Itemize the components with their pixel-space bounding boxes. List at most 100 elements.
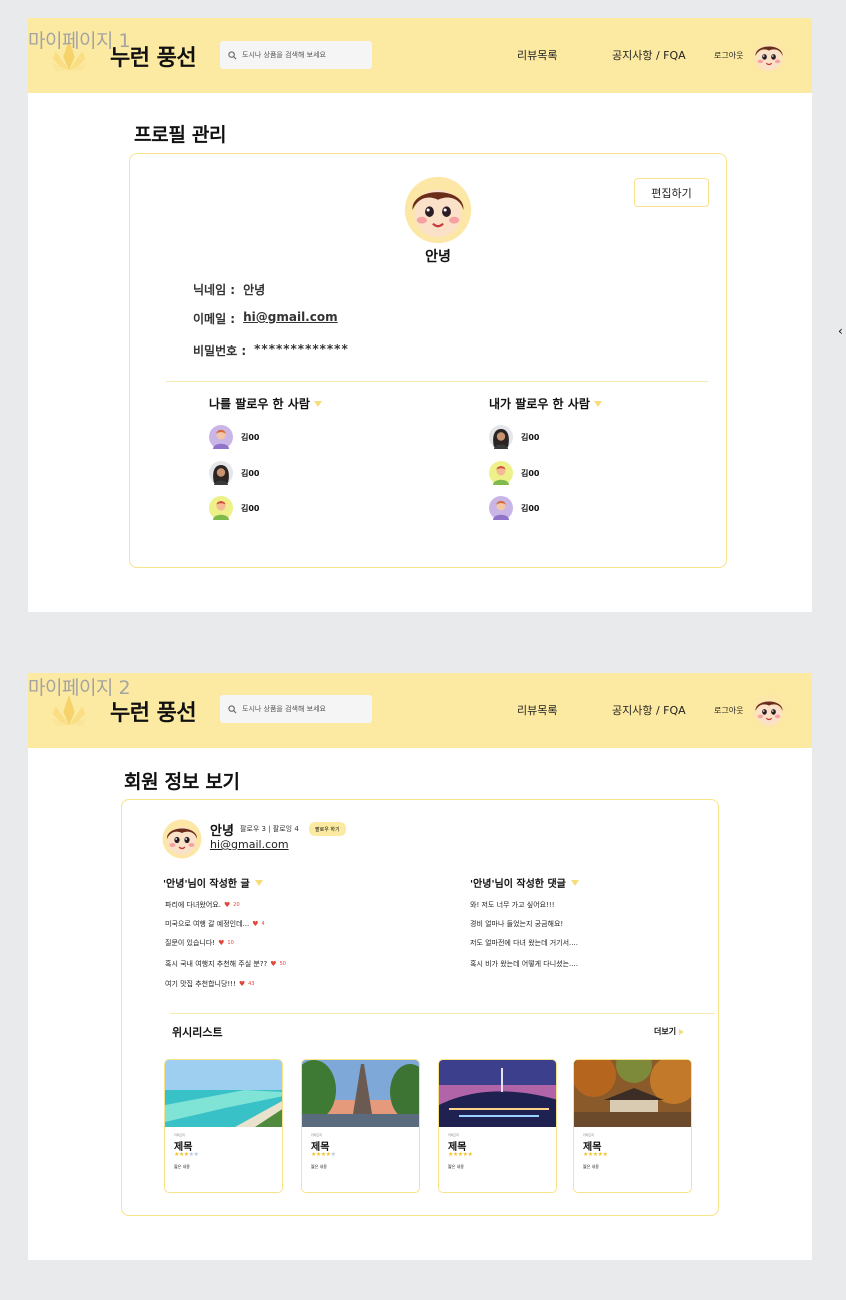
member-email[interactable]: hi@gmail.com <box>210 838 289 851</box>
mypage-2-frame: 누런 풍선 리뷰목록 공지사항 / FQA 로그아웃 회원 정보 보기 안녕 팔… <box>28 673 812 1260</box>
follower-name: 김00 <box>241 503 260 513</box>
card-desc: 짧은 내용 <box>448 1164 464 1169</box>
star-rating: ★★★★★ <box>448 1151 473 1158</box>
post-item[interactable]: 혹시 국내 여행지 추천해 주실 분?? ♥ 50 <box>165 959 286 969</box>
nav-review-list[interactable]: 리뷰목록 <box>517 702 557 718</box>
nickname-row: 닉네임 : 안녕 <box>193 281 265 298</box>
post-item[interactable]: 질문이 있습니다! ♥ 10 <box>165 938 234 948</box>
post-item[interactable]: 미국으로 여행 갈 예정인데... ♥ 4 <box>165 919 265 929</box>
like-count: 4 <box>261 921 265 927</box>
following-name: 김00 <box>521 468 540 478</box>
logout-link[interactable]: 로그아웃 <box>714 50 743 61</box>
follower-name: 김00 <box>241 468 260 478</box>
search-input[interactable] <box>242 705 362 713</box>
comment-item[interactable]: 혹시 비가 왔는데 어떻게 다니셨는.... <box>470 959 578 969</box>
followers-section: 나를 팔로우 한 사람 김00 김00 김00 <box>209 395 429 412</box>
more-label: 더보기 <box>654 1027 677 1036</box>
more-link[interactable]: 더보기 <box>654 1026 685 1037</box>
comment-item[interactable]: 경비 얼마나 들었는지 궁금해요! <box>470 919 563 929</box>
like-count: 10 <box>227 940 234 946</box>
card-category: 카테고리 <box>311 1133 323 1137</box>
following-name: 김00 <box>521 432 540 442</box>
purple-woman-avatar-icon <box>209 425 233 449</box>
following-item[interactable]: 김00 <box>489 461 540 485</box>
caret-down-icon <box>593 400 602 407</box>
email-row: 이메일 : hi@gmail.com <box>193 310 338 327</box>
user-avatar[interactable] <box>751 38 787 74</box>
posts-dropdown[interactable]: '안녕'님이 작성한 글 <box>163 875 263 890</box>
caret-right-icon <box>679 1028 685 1035</box>
nav-notice-fqa[interactable]: 공지사항 / FQA <box>612 702 686 718</box>
star-rating: ★★★★★ <box>583 1151 608 1158</box>
member-info-card: 안녕 팔로우 3 | 팔로잉 4 팔로우 하기 hi@gmail.com '안녕… <box>121 799 719 1216</box>
follower-item[interactable]: 김00 <box>209 461 260 485</box>
post-title: 파리에 다녀왔어요. <box>165 901 221 909</box>
caret-down-icon <box>313 400 322 407</box>
followers-title: 나를 팔로우 한 사람 <box>209 397 310 411</box>
search-icon <box>228 704 237 713</box>
heart-icon: ♥ <box>218 939 225 947</box>
header: 누런 풍선 리뷰목록 공지사항 / FQA 로그아웃 <box>28 18 812 93</box>
header: 누런 풍선 리뷰목록 공지사항 / FQA 로그아웃 <box>28 673 812 748</box>
followers-dropdown[interactable]: 나를 팔로우 한 사람 <box>209 395 429 412</box>
like-count: 43 <box>248 981 255 987</box>
card-category: 카테고리 <box>583 1133 595 1137</box>
mypage-1-frame: 누런 풍선 리뷰목록 공지사항 / FQA 로그아웃 프로필 관리 편집하기 안… <box>28 18 812 612</box>
frame-label: 마이페이지 1 <box>28 30 131 52</box>
post-item[interactable]: 여기 맛집 추천합니당!!! ♥ 43 <box>165 979 255 989</box>
eiffel-photo <box>302 1060 419 1127</box>
search-input[interactable] <box>242 51 362 59</box>
heart-icon: ♥ <box>223 901 231 909</box>
post-item[interactable]: 파리에 다녀왔어요. ♥ 20 <box>165 900 240 910</box>
following-title: 내가 팔로우 한 사람 <box>489 397 590 411</box>
page-title: 회원 정보 보기 <box>124 771 240 793</box>
user-avatar[interactable] <box>751 693 787 729</box>
card-category: 카테고리 <box>174 1133 186 1137</box>
post-title: 질문이 있습니다! <box>165 939 216 947</box>
heart-icon: ♥ <box>238 980 246 988</box>
wishlist-title: 위시리스트 <box>172 1026 223 1039</box>
chevron-left-icon[interactable]: ‹ <box>838 324 843 338</box>
post-title: 미국으로 여행 갈 예정인데... <box>165 920 250 928</box>
follow-button[interactable]: 팔로우 하기 <box>309 822 346 836</box>
wishlist-card[interactable]: 카테고리 제목 ★★★★★ 짧은 내용 <box>573 1059 692 1193</box>
search-icon <box>228 50 237 59</box>
follower-item[interactable]: 김00 <box>209 496 260 520</box>
search-bar[interactable] <box>220 41 372 69</box>
search-bar[interactable] <box>220 695 372 723</box>
wishlist-card[interactable]: 카테고리 제목 ★★★★★ 짧은 내용 <box>438 1059 557 1193</box>
star-rating: ★★★★★ <box>311 1151 336 1158</box>
post-title: 혹시 국내 여행지 추천해 주실 분?? <box>165 960 268 968</box>
comment-item[interactable]: 저도 얼마전에 다녀 왔는데 거기서.... <box>470 938 578 948</box>
caret-down-icon <box>254 879 263 886</box>
caret-down-icon <box>570 879 579 886</box>
following-dropdown[interactable]: 내가 팔로우 한 사람 <box>489 395 709 412</box>
comment-item[interactable]: 와! 저도 너무 가고 싶어요!!! <box>470 900 555 910</box>
profile-avatar <box>404 176 472 244</box>
logout-link[interactable]: 로그아웃 <box>714 705 743 716</box>
follower-name: 김00 <box>241 432 260 442</box>
password-label: 비밀번호 : <box>193 344 247 358</box>
comments-title: '안녕'님이 작성한 댓글 <box>470 879 566 890</box>
like-count: 50 <box>279 961 286 967</box>
dark-hair-woman-avatar-icon <box>489 425 513 449</box>
comments-dropdown[interactable]: '안녕'님이 작성한 댓글 <box>470 875 579 890</box>
beach-photo <box>165 1060 282 1127</box>
wishlist-card[interactable]: 카테고리 제목 ★★★★★ 짧은 내용 <box>301 1059 420 1193</box>
frame-label: 마이페이지 2 <box>28 677 131 699</box>
nav-review-list[interactable]: 리뷰목록 <box>517 47 557 63</box>
email-value[interactable]: hi@gmail.com <box>243 310 338 327</box>
nav-notice-fqa[interactable]: 공지사항 / FQA <box>612 47 686 63</box>
purple-woman-avatar-icon <box>489 496 513 520</box>
nickname-label: 닉네임 : <box>193 283 236 297</box>
following-item[interactable]: 김00 <box>489 425 540 449</box>
password-row: 비밀번호 : ************* <box>193 342 349 359</box>
card-desc: 짧은 내용 <box>583 1164 599 1169</box>
divider <box>166 381 708 382</box>
following-section: 내가 팔로우 한 사람 김00 김00 김00 <box>489 395 709 412</box>
follower-item[interactable]: 김00 <box>209 425 260 449</box>
edit-profile-button[interactable]: 편집하기 <box>634 178 709 207</box>
wishlist-card[interactable]: 카테고리 제목 ★★★★★ 짧은 내용 <box>164 1059 283 1193</box>
profile-name: 안녕 <box>425 249 451 265</box>
following-item[interactable]: 김00 <box>489 496 540 520</box>
